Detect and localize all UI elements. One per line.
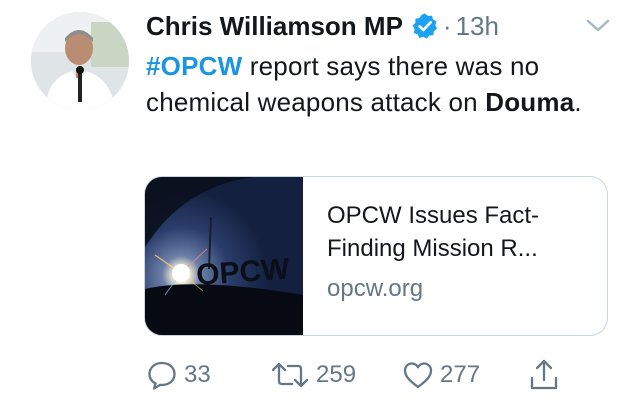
header-separator: · (442, 10, 452, 41)
reply-count: 33 (184, 361, 211, 388)
like-button[interactable]: 277 (402, 355, 480, 395)
verified-badge-icon (411, 12, 439, 40)
timestamp[interactable]: 13h (456, 11, 499, 42)
avatar-photo (31, 12, 129, 110)
author-name[interactable]: Chris Williamson MP (146, 11, 403, 42)
tweet-header: Chris Williamson MP · 13h (146, 6, 499, 46)
card-body: OPCW Issues Fact-Finding Mission R... op… (327, 199, 597, 303)
action-bar: 33 259 277 (0, 355, 640, 395)
retweet-icon (270, 359, 310, 391)
card-domain: opcw.org (327, 275, 424, 302)
like-count: 277 (440, 361, 481, 388)
reply-icon (146, 359, 178, 391)
retweet-count: 259 (316, 361, 357, 388)
retweet-button[interactable]: 259 (270, 355, 356, 395)
card-image: OPCW (145, 177, 303, 335)
card-image-watermark: OPCW (195, 253, 291, 292)
heart-icon (402, 359, 434, 391)
share-button[interactable] (528, 355, 560, 395)
tweet-text-place: Douma (485, 87, 575, 117)
hashtag-link[interactable]: #OPCW (146, 51, 242, 81)
tweet-text: #OPCW report says there was no chemical … (146, 48, 616, 120)
chevron-down-icon[interactable] (583, 16, 613, 36)
share-icon (528, 358, 560, 392)
tweet[interactable]: Chris Williamson MP · 13h #OPCW report s… (0, 0, 640, 410)
link-card[interactable]: OPCW OPCW Issues Fact-Finding Mission R.… (144, 176, 608, 336)
tweet-text-end: . (574, 87, 582, 117)
reply-button[interactable]: 33 (146, 355, 211, 395)
avatar[interactable] (31, 12, 129, 110)
card-title[interactable]: OPCW Issues Fact-Finding Mission R... (327, 199, 587, 265)
